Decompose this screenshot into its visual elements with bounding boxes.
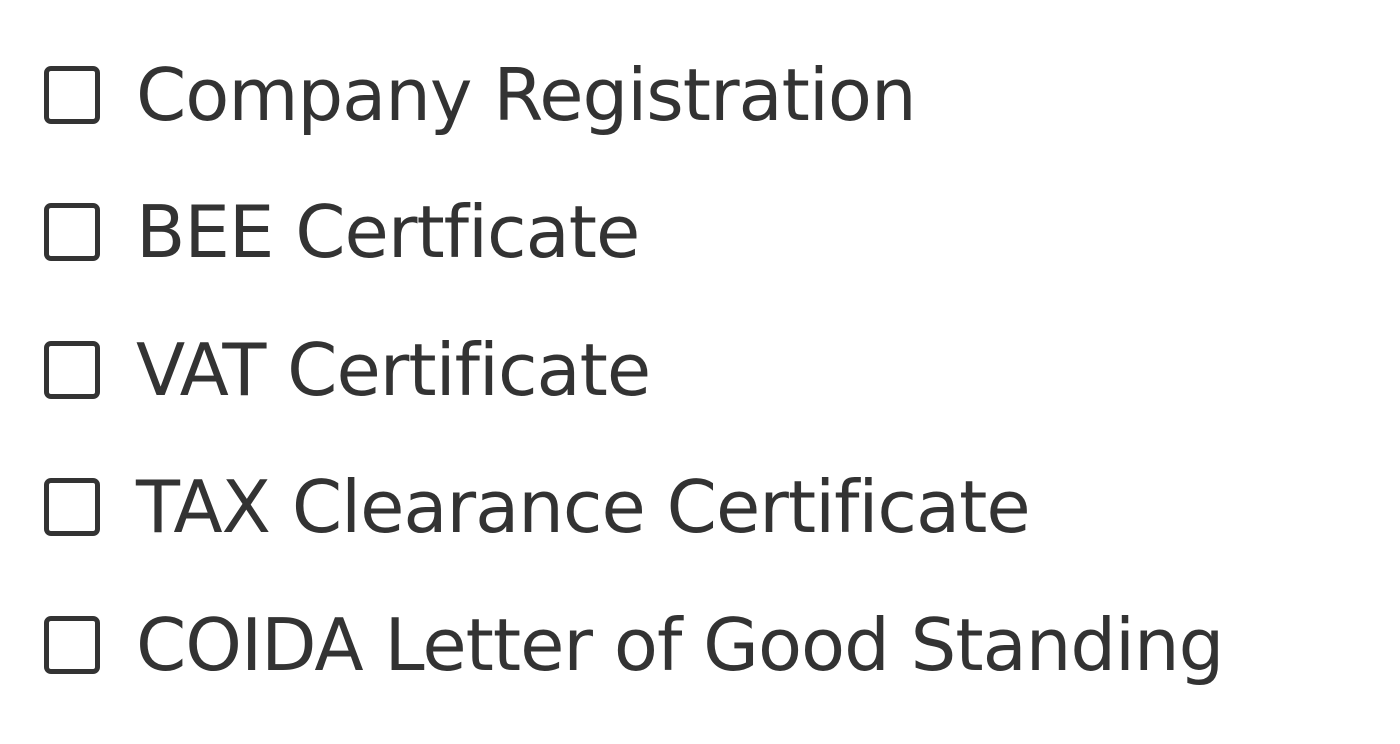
coida-letter-checkbox[interactable] <box>44 615 100 674</box>
tax-clearance-certificate-label[interactable]: TAX Clearance Certificate <box>136 471 1031 543</box>
vat-certificate-checkbox[interactable] <box>44 340 100 399</box>
checklist-item-vat-certificate[interactable]: VAT Certificate <box>44 301 1223 439</box>
company-registration-label[interactable]: Company Registration <box>136 59 917 131</box>
tax-clearance-certificate-checkbox[interactable] <box>44 478 100 537</box>
checklist-item-company-registration[interactable]: Company Registration <box>44 26 1223 164</box>
bee-certificate-checkbox[interactable] <box>44 203 100 262</box>
coida-letter-label[interactable]: COIDA Letter of Good Standing <box>136 609 1224 681</box>
checklist-item-bee-certificate[interactable]: BEE Certficate <box>44 164 1223 302</box>
document-checklist: Company Registration BEE Certficate VAT … <box>44 26 1224 714</box>
checklist-item-tax-clearance-certificate[interactable]: TAX Clearance Certificate <box>44 439 1223 577</box>
bee-certificate-label[interactable]: BEE Certficate <box>136 196 640 268</box>
vat-certificate-label[interactable]: VAT Certificate <box>136 334 651 406</box>
checklist-item-coida-letter[interactable]: COIDA Letter of Good Standing <box>44 576 1224 714</box>
company-registration-checkbox[interactable] <box>44 65 100 124</box>
